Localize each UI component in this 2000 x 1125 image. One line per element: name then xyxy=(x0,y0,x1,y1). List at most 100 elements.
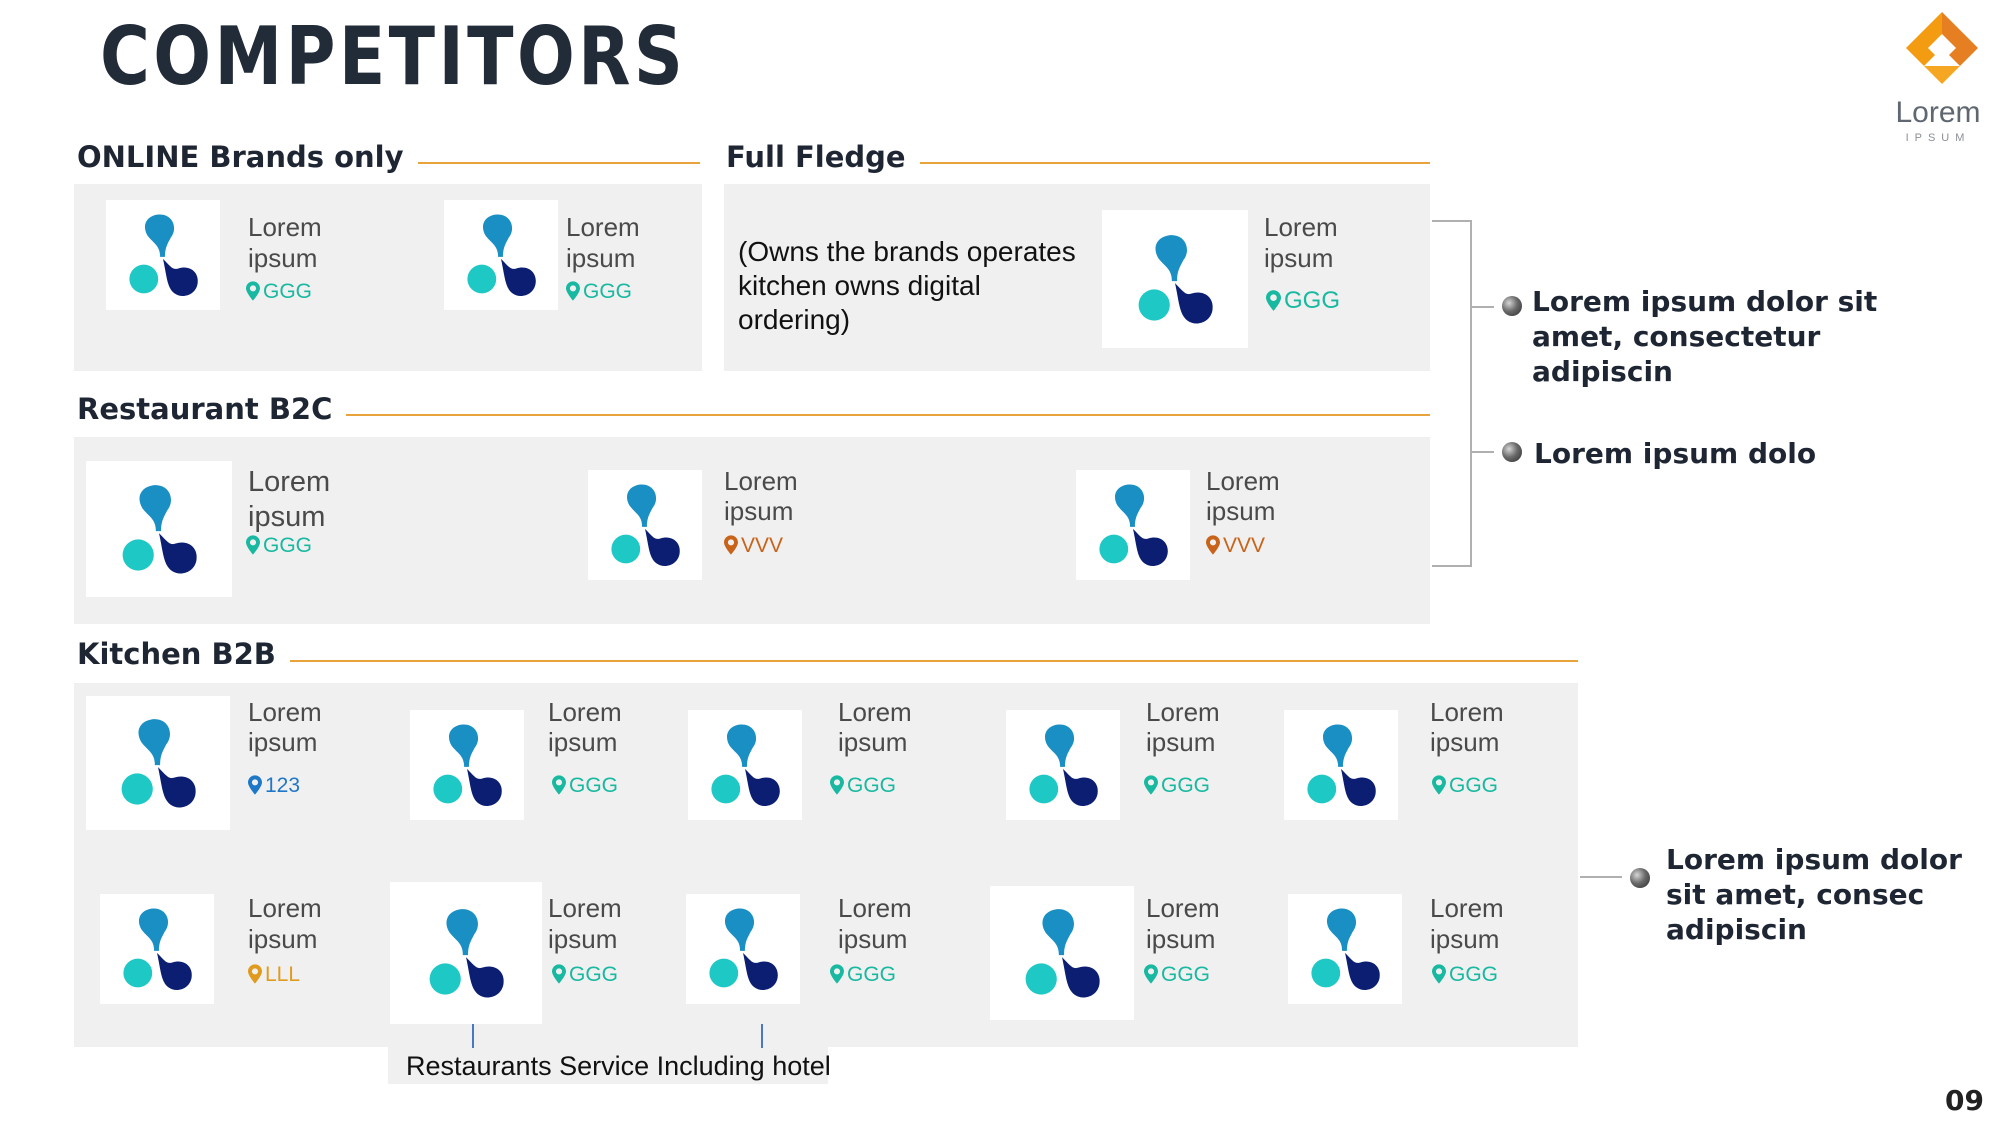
page-number: 09 xyxy=(1945,1084,1984,1117)
brand-name: ipsum xyxy=(838,924,908,954)
section-divider xyxy=(326,414,1430,416)
brand-location: GGG xyxy=(830,963,896,987)
brand-name: Lorem xyxy=(1264,212,1338,242)
brand-location: VVV xyxy=(724,534,783,558)
brand-logo-tile xyxy=(1288,894,1402,1004)
brand-logo-tile xyxy=(1102,210,1248,348)
location-pin-icon xyxy=(1432,775,1446,795)
callout-text: Lorem ipsum dolo xyxy=(1534,437,1817,470)
location-pin-icon xyxy=(1266,290,1281,311)
brand-name: ipsum xyxy=(1264,243,1334,273)
brand-logo-icon xyxy=(115,207,211,303)
brand-logo-icon xyxy=(697,717,793,813)
brand-name: Lorem xyxy=(1430,697,1504,727)
bracket-connector xyxy=(1432,220,1472,222)
location-label: VVV xyxy=(741,534,784,557)
brand-name: ipsum xyxy=(724,496,794,526)
location-pin-icon xyxy=(246,281,260,301)
brand-logo-tile xyxy=(444,200,558,310)
footnote-tick xyxy=(472,1024,474,1048)
location-pin-icon xyxy=(1144,775,1158,795)
brand-logo-icon xyxy=(1123,227,1227,331)
brand-logo-icon xyxy=(695,901,791,997)
brand-name: Lorem xyxy=(724,466,798,496)
brand-name: Lorem xyxy=(838,893,912,923)
brand-location: GGG xyxy=(246,280,312,304)
brand-name: ipsum xyxy=(838,727,908,757)
brand-logo-tile xyxy=(588,470,702,580)
section-label-kitchen-b2b: Kitchen B2B xyxy=(77,637,290,671)
brand-logo-icon xyxy=(453,207,549,303)
company-logo: Lorem IPSUM xyxy=(1888,10,1988,145)
brand-logo-icon xyxy=(106,711,210,815)
brand-name: ipsum xyxy=(248,924,318,954)
brand-name: Lorem xyxy=(1206,466,1280,496)
brand-location: GGG xyxy=(552,963,618,987)
section-divider xyxy=(900,162,1430,164)
location-label: GGG xyxy=(583,280,633,303)
brand-logo-icon xyxy=(1010,901,1114,1005)
brand-location: GGG xyxy=(830,774,896,798)
brand-location: GGG xyxy=(1432,774,1498,798)
logo-subtitle: IPSUM xyxy=(1905,132,1971,144)
brand-name: ipsum xyxy=(1146,924,1216,954)
brand-name: Lorem xyxy=(1146,697,1220,727)
location-label: GGG xyxy=(1161,774,1211,797)
location-label: GGG xyxy=(263,534,313,557)
location-pin-icon xyxy=(1144,964,1158,984)
logo-name: Lorem xyxy=(1895,96,1981,129)
brand-logo-tile xyxy=(990,886,1134,1020)
brand-location: 123 xyxy=(248,774,300,798)
brand-name: ipsum xyxy=(248,727,318,757)
section-divider xyxy=(282,660,1578,662)
brand-name: ipsum xyxy=(566,243,636,273)
brand-logo-icon xyxy=(1293,717,1389,813)
brand-name: Lorem xyxy=(838,697,912,727)
location-pin-icon xyxy=(552,964,566,984)
location-label: GGG xyxy=(569,774,619,797)
brand-logo-icon xyxy=(414,901,518,1005)
brand-name: ipsum xyxy=(248,501,326,533)
brand-logo-tile xyxy=(688,710,802,820)
location-label: VVV xyxy=(1223,534,1266,557)
callout-text: Lorem ipsum dolor sit amet, consectetur … xyxy=(1532,285,1878,388)
footnote-tick xyxy=(761,1024,763,1048)
brand-logo-icon xyxy=(1297,901,1393,997)
location-pin-icon xyxy=(248,964,262,984)
location-pin-icon xyxy=(830,775,844,795)
full-fledge-note: (Owns the brands operates kitchen owns d… xyxy=(738,236,1076,335)
brand-location: GGG xyxy=(1432,963,1498,987)
brand-logo-tile xyxy=(686,894,800,1004)
brand-name: Lorem xyxy=(566,212,640,242)
brand-name: Lorem xyxy=(248,212,322,242)
bracket-connector xyxy=(1470,220,1472,566)
brand-logo-tile xyxy=(1076,470,1190,580)
location-label: GGG xyxy=(847,963,897,986)
brand-location: LLL xyxy=(248,963,300,987)
brand-name: ipsum xyxy=(248,243,318,273)
brand-logo-icon xyxy=(597,477,693,573)
brand-name: Lorem xyxy=(248,893,322,923)
brand-location: GGG xyxy=(1144,963,1210,987)
brand-name: Lorem xyxy=(548,697,622,727)
callout-connector xyxy=(1580,876,1622,878)
brand-name: Lorem xyxy=(1430,893,1504,923)
location-label: GGG xyxy=(569,963,619,986)
bracket-connector xyxy=(1472,306,1494,308)
brand-logo-tile xyxy=(100,894,214,1004)
footnote-text: Restaurants Service Including hotel xyxy=(406,1051,831,1081)
location-label: GGG xyxy=(1161,963,1211,986)
location-pin-icon xyxy=(248,775,262,795)
page-title: COMPETITORS xyxy=(100,10,687,103)
brand-name: ipsum xyxy=(1206,496,1276,526)
brand-logo-tile xyxy=(410,710,524,820)
section-label-full-fledge: Full Fledge xyxy=(726,140,920,174)
location-label: GGG xyxy=(847,774,897,797)
brand-logo-tile xyxy=(1284,710,1398,820)
section-label-restaurant-b2c: Restaurant B2C xyxy=(77,392,347,426)
brand-logo-icon xyxy=(1085,477,1181,573)
location-label: GGG xyxy=(1284,287,1341,314)
brand-location: GGG xyxy=(552,774,618,798)
location-label: GGG xyxy=(1449,963,1499,986)
brand-logo-tile xyxy=(86,696,230,830)
